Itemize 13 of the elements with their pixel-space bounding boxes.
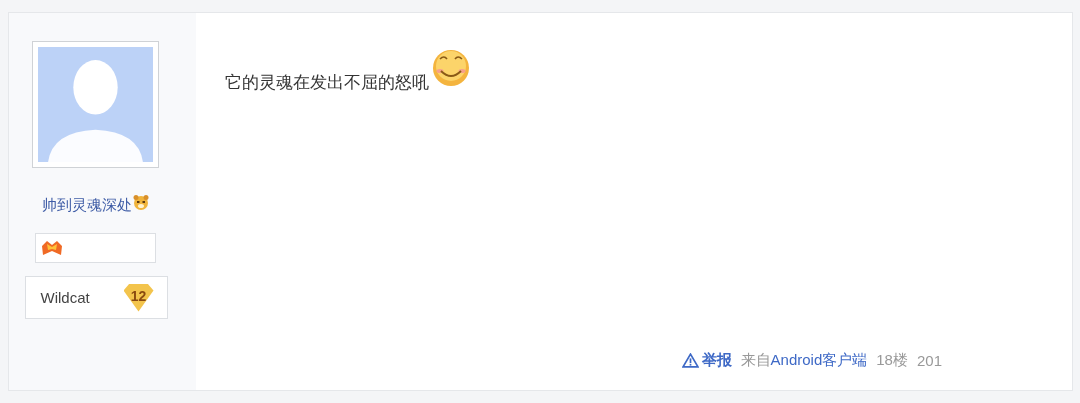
username-link[interactable]: 帅到灵魂深处	[42, 196, 132, 215]
post-time: 201	[916, 352, 942, 369]
source-label: 来自	[740, 351, 771, 370]
post-text: 它的灵魂在发出不屈的怒吼	[225, 72, 429, 94]
client-link[interactable]: Android客户端	[770, 351, 868, 370]
warning-icon	[681, 353, 699, 368]
level-badge: 12	[123, 283, 154, 312]
level-box[interactable]: Wildcat 12	[24, 276, 168, 319]
report-link[interactable]: 举报	[681, 351, 732, 370]
floor-number: 18楼	[876, 351, 908, 370]
smiley-icon	[431, 47, 471, 87]
level-title: Wildcat	[40, 289, 90, 306]
avatar-placeholder-icon	[38, 47, 153, 162]
